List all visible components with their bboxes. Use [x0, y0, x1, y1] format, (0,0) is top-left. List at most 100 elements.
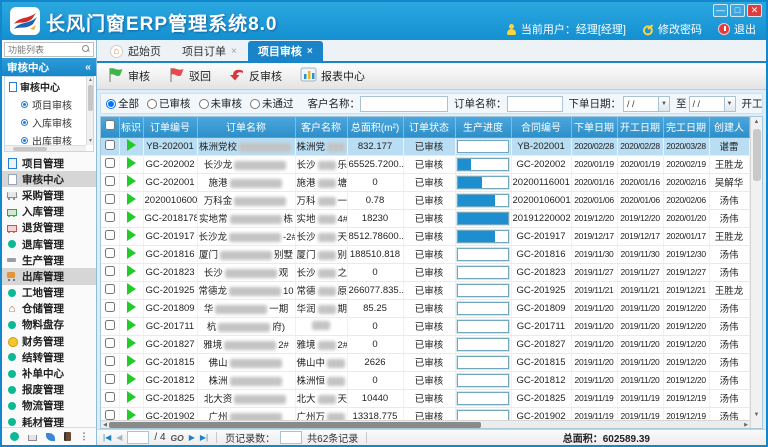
- tree-horizontal-scrollbar[interactable]: [5, 145, 86, 151]
- tab-close-icon[interactable]: ×: [307, 46, 313, 57]
- table-row[interactable]: GC-202002长沙龙长沙乐..65525.7200..已审核GC-20200…: [101, 155, 749, 173]
- sidebar-item-生产管理[interactable]: 生产管理: [2, 252, 96, 268]
- radio-input-已审核[interactable]: [147, 99, 157, 109]
- column-header-完工日期[interactable]: 完工日期: [663, 117, 709, 137]
- table-row[interactable]: GC-201812株洲株洲恒未来0已审核GC-2018122019/11/202…: [101, 371, 749, 389]
- radio-input-未审核[interactable]: [199, 99, 209, 109]
- row-checkbox[interactable]: [105, 140, 115, 150]
- table-row[interactable]: GC-2018178实地常栋实地4#..18230已审核201912200022…: [101, 209, 749, 227]
- next-page-button[interactable]: ▶: [189, 433, 195, 442]
- select-all-checkbox[interactable]: [105, 120, 115, 130]
- function-search-input[interactable]: [5, 45, 82, 55]
- scroll-down-icon[interactable]: ▼: [87, 138, 94, 145]
- sidebar-item-仓储管理[interactable]: ⌂仓储管理: [2, 301, 96, 317]
- column-header-订单编号[interactable]: 订单编号: [143, 117, 197, 137]
- column-header-生产进度[interactable]: 生产进度: [455, 117, 511, 137]
- change-password-button[interactable]: 修改密码: [642, 21, 702, 37]
- sidebar-item-采购管理[interactable]: 采购管理: [2, 187, 96, 203]
- column-header-下单日期[interactable]: 下单日期: [571, 117, 617, 137]
- row-checkbox[interactable]: [105, 266, 115, 276]
- sidebar-item-审核中心[interactable]: 审核中心: [2, 171, 96, 187]
- scroll-up-icon[interactable]: ▲: [87, 77, 94, 84]
- sidebar-item-耗材管理[interactable]: 耗材管理: [2, 414, 96, 427]
- table-row[interactable]: GC-201917长沙龙-2#长沙天..8512.78600..已审核GC-20…: [101, 227, 749, 245]
- column-header-标识[interactable]: 标识: [119, 117, 143, 137]
- table-row[interactable]: YB-202001株洲党校株洲党员..832.177已审核YB-20200120…: [101, 137, 749, 155]
- prev-page-button[interactable]: ◀: [116, 433, 122, 442]
- scroll-left-icon[interactable]: ◀: [101, 421, 109, 429]
- row-checkbox[interactable]: [105, 248, 115, 258]
- sidebar-item-报废管理[interactable]: 报废管理: [2, 382, 96, 398]
- footer-dot-icon[interactable]: [10, 432, 19, 441]
- collapse-icon[interactable]: «: [85, 61, 91, 73]
- tree-scroll-thumb[interactable]: [88, 85, 93, 111]
- tree-root[interactable]: 审核中心: [5, 77, 93, 95]
- table-row[interactable]: 20200106001万科金万科一期0.78已审核202001060012020…: [101, 191, 749, 209]
- table-row[interactable]: GC-201925常德龙10常德原..266077.835..已审核GC-201…: [101, 281, 749, 299]
- table-row[interactable]: GC-201823长沙观长沙之..0已审核GC-2018232019/11/27…: [101, 263, 749, 281]
- table-row[interactable]: GC-201902广州广州万森林13318.775已审核GC-201902201…: [101, 407, 749, 420]
- customer-name-input[interactable]: [360, 96, 448, 112]
- first-page-button[interactable]: |◀: [103, 433, 111, 442]
- tab-起始页[interactable]: ⌂起始页: [100, 41, 171, 61]
- 报表中心-button[interactable]: 报表中心: [300, 67, 365, 85]
- column-header-客户名称[interactable]: 客户名称: [295, 117, 347, 137]
- tab-close-icon[interactable]: ×: [231, 46, 237, 57]
- order-date-from-picker[interactable]: / /▼: [623, 96, 670, 112]
- footer-book-icon[interactable]: [64, 432, 71, 441]
- table-row[interactable]: GC-201827雅境2#雅境2#0已审核GC-2018272019/11/20…: [101, 335, 749, 353]
- go-button[interactable]: GO: [171, 433, 184, 443]
- radio-未通过[interactable]: 未通过: [250, 96, 294, 111]
- table-row[interactable]: GC-201809华一期华润期85.25已审核GC-2018092019/11/…: [101, 299, 749, 317]
- 反审核-button[interactable]: 反审核: [229, 68, 282, 85]
- sidebar-item-工地管理[interactable]: 工地管理: [2, 285, 96, 301]
- row-checkbox[interactable]: [105, 410, 115, 420]
- sidebar-item-项目管理[interactable]: 项目管理: [2, 155, 96, 171]
- table-row[interactable]: GC-201815佛山佛山中仓库2626已审核GC-2018152019/11/…: [101, 353, 749, 371]
- row-checkbox[interactable]: [105, 230, 115, 240]
- close-button[interactable]: ✕: [747, 4, 762, 17]
- row-checkbox[interactable]: [105, 356, 115, 366]
- row-checkbox[interactable]: [105, 320, 115, 330]
- minimize-button[interactable]: —: [713, 4, 728, 17]
- maximize-button[interactable]: □: [730, 4, 745, 17]
- function-search[interactable]: [4, 42, 94, 57]
- tree-item-1[interactable]: 项目审核: [5, 95, 93, 113]
- sidebar-item-退库管理[interactable]: 退库管理: [2, 236, 96, 252]
- footer-leaf-icon[interactable]: [46, 433, 55, 441]
- 驳回-button[interactable]: 驳回: [168, 67, 211, 86]
- sidebar-item-物料盘存[interactable]: 物料盘存: [2, 317, 96, 333]
- table-row[interactable]: GC-201825北大资北大天..10440已审核GC-2018252019/1…: [101, 389, 749, 407]
- row-checkbox[interactable]: [105, 302, 115, 312]
- row-checkbox[interactable]: [105, 212, 115, 222]
- sidebar-item-出库管理[interactable]: 出库管理: [2, 268, 96, 284]
- column-header-订单名称[interactable]: 订单名称: [197, 117, 295, 137]
- row-checkbox[interactable]: [105, 392, 115, 402]
- tree-vertical-scrollbar[interactable]: ▲ ▼: [86, 77, 93, 145]
- table-horizontal-scrollbar[interactable]: ◀ ▶: [101, 420, 750, 428]
- column-header-选择[interactable]: [101, 117, 119, 137]
- sidebar-item-入库管理[interactable]: 入库管理: [2, 204, 96, 220]
- column-header-合同编号[interactable]: 合同编号: [511, 117, 571, 137]
- sidebar-item-退货管理[interactable]: 退货管理: [2, 220, 96, 236]
- order-name-input[interactable]: [507, 96, 563, 112]
- tab-项目订单[interactable]: 项目订单×: [172, 41, 247, 61]
- page-size-input[interactable]: [280, 431, 302, 444]
- tree-item-2[interactable]: 入库审核: [5, 113, 93, 131]
- table-row[interactable]: GC-201711杭府)0已审核GC-2017112019/11/202019/…: [101, 317, 749, 335]
- last-page-button[interactable]: ▶|: [200, 433, 208, 442]
- sidebar-item-财务管理[interactable]: 财务管理: [2, 333, 96, 349]
- radio-input-全部[interactable]: [106, 99, 116, 109]
- logout-button[interactable]: 退出: [718, 21, 756, 37]
- table-hscroll-thumb[interactable]: [109, 422, 481, 428]
- footer-more-icon[interactable]: ⋮: [80, 432, 89, 441]
- column-header-总面积(m²)[interactable]: 总面积(m²): [347, 117, 403, 137]
- sidebar-item-结转管理[interactable]: 结转管理: [2, 349, 96, 365]
- scroll-up-icon[interactable]: ▲: [751, 117, 762, 127]
- table-vertical-scrollbar[interactable]: ▲ ▼: [750, 117, 762, 428]
- table-row[interactable]: GC-201816厦门别墅厦门别墅188510.818已审核GC-2018162…: [101, 245, 749, 263]
- page-number-input[interactable]: [127, 431, 149, 444]
- 审核-button[interactable]: 审核: [107, 67, 150, 86]
- radio-未审核[interactable]: 未审核: [199, 96, 243, 111]
- column-header-订单状态[interactable]: 订单状态: [403, 117, 455, 137]
